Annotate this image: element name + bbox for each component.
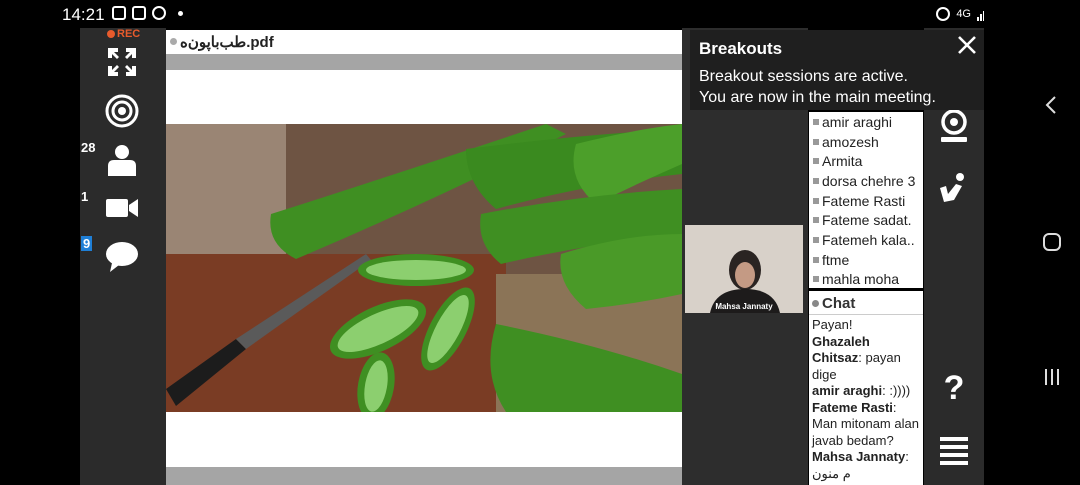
chat-message: Ghazaleh Chitsaz: payan dige [812,333,901,382]
aloe-vera-photo [166,124,682,412]
chat-message: amir araghi: :)))) [812,383,911,398]
more-notifications-icon [178,10,183,16]
instagram-icon [132,6,146,20]
participant-item[interactable]: Fateme Rasti [809,191,923,211]
participants-count: 28 [81,140,96,155]
home-icon[interactable] [1040,230,1064,254]
participants-icon[interactable] [104,142,140,178]
chat-panel[interactable]: Chat Payan! Ghazaleh Chitsaz: payan dige… [809,291,923,485]
target-icon[interactable] [104,93,140,129]
chat-message-author: amir araghi [812,383,883,398]
breakouts-title: Breakouts [699,39,783,58]
status-time: 14:21 [62,5,105,24]
participant-name: amozesh [822,133,879,150]
chat-header: Chat [809,291,923,315]
participant-name: Armita [822,153,863,170]
document-status-icon [170,38,177,45]
back-icon[interactable] [1040,93,1064,117]
participant-name: ftme [822,251,850,268]
participant-name: amir araghi [822,113,893,130]
document-title: طب‌باپون‌ه.pdf [180,34,274,51]
chat-unread-badge: 9 [81,236,93,251]
menu-icon[interactable] [936,434,972,470]
svg-text:?: ? [944,369,965,404]
participant-name: dorsa chehre 3 [822,172,916,189]
user-status-icon [813,118,819,125]
status-bar: 14:21 4G [0,0,1080,30]
chat-message-author: Fateme Rasti [812,399,893,415]
chat-icon[interactable] [104,239,140,275]
chat-message: Fateme Rasti: Man mitonam alan javab bed… [812,399,919,448]
chat-message-text: Payan! [812,317,853,332]
participant-name: mahla moha [822,271,900,288]
chat-message-author: Mahsa Jannaty [812,449,906,464]
user-status-icon [813,236,819,243]
chat-messages: Payan! Ghazaleh Chitsaz: payan dige amir… [809,315,923,484]
user-status-icon [813,197,819,204]
whatsapp-icon [152,6,166,20]
webcam-icon[interactable] [936,108,972,144]
android-nav-bar [984,0,1080,485]
alarm-icon [936,7,951,21]
user-status-icon [813,217,819,224]
chat-title: Chat [822,295,856,312]
breakouts-notification: Breakouts Breakout sessions are active. … [690,30,988,110]
record-dot-icon [107,30,115,38]
user-status-icon [813,177,819,184]
breakouts-line2: You are now in the main meeting. [699,89,936,106]
participant-name: Fatemeh kala.. [822,231,915,248]
network-type: 4G [956,8,971,20]
participant-item[interactable]: Fatemeh kala.. [809,230,923,250]
participant-item[interactable]: mahla moha [809,270,923,289]
participant-item[interactable]: Fateme sadat. [809,210,923,230]
chat-message-text: Man mitonam alan javab bedam? [812,416,919,448]
close-icon[interactable] [956,34,978,56]
camera-icon[interactable] [104,190,140,226]
gallery-icon [112,6,126,20]
participant-item[interactable]: ftme [809,250,923,270]
participant-item[interactable]: amozesh [809,132,923,152]
presenter-video-feed [685,225,803,313]
recording-indicator: REC [107,28,140,40]
webcam-video[interactable]: Mahsa Jannaty [685,225,803,313]
document-title-bar: طب‌باپون‌ه.pdf [166,30,682,54]
chat-message: Payan! [812,317,920,334]
chat-message-text: م منون [812,465,851,481]
notification-icons [112,6,183,20]
raise-hand-icon[interactable] [936,170,972,206]
recent-apps-icon[interactable] [1040,365,1064,389]
breakouts-line1: Breakout sessions are active. [699,68,908,85]
breakouts-message: Breakout sessions are active. You are no… [699,66,936,108]
chat-status-icon [812,300,819,307]
user-status-icon [813,256,819,263]
chat-message-author: Ghazaleh Chitsaz [812,333,870,366]
participant-item[interactable]: amir araghi [809,112,923,132]
video-participant-name: Mahsa Jannaty [715,302,773,311]
chat-message: Mahsa Jannaty: م منون [812,449,909,481]
collapse-icon[interactable] [104,44,140,80]
participant-name: Fateme sadat. [822,212,912,229]
participant-item[interactable]: dorsa chehre 3 [809,171,923,191]
user-status-icon [813,158,819,165]
participants-list[interactable]: amir araghi amozesh Armita dorsa chehre … [809,112,923,288]
document-margin-bottom [166,467,682,485]
rec-label: REC [117,28,141,40]
user-status-icon [813,138,819,145]
user-status-icon [813,276,819,283]
help-icon[interactable]: ? [936,368,972,404]
document-margin-top [166,54,682,70]
video-count: 1 [81,189,89,204]
participant-item[interactable]: Armita [809,151,923,171]
chat-message-text: :)))) [889,383,911,398]
participant-name: Fateme Rasti [822,192,906,209]
